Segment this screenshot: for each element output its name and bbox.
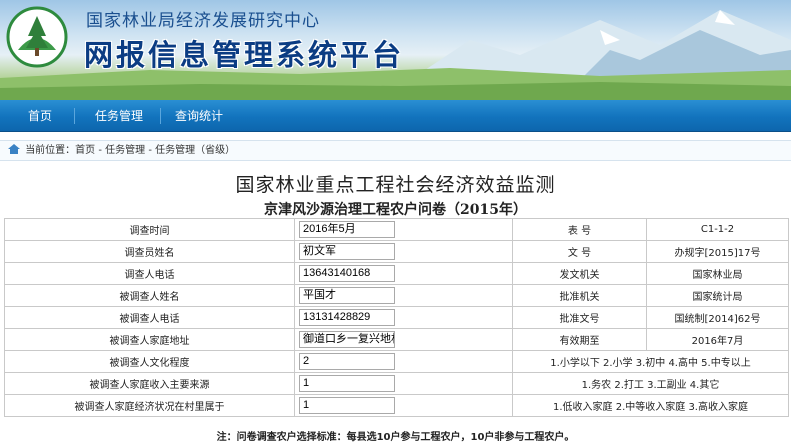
form-subtitle: 京津风沙源治理工程农户问卷（2015年）: [264, 202, 527, 218]
footnote: 注：问卷调查农户选择标准：每县选10户参与工程农户，10户非参与工程农户。: [216, 432, 575, 443]
surveyor-phone-input[interactable]: 13643140168: [299, 265, 395, 282]
breadcrumb-text: 当前位置：首页 - 任务管理 - 任务管理（省级）: [25, 145, 236, 156]
table-row: 被调查人姓名 平国才 批准机关 国家统计局: [4, 284, 789, 307]
nav-home[interactable]: 首页: [22, 100, 58, 132]
economic-status-input[interactable]: 1: [299, 397, 395, 414]
field-label: 被调查人家庭经济状况在村里属于: [4, 394, 295, 417]
field-value: C1-1-2: [646, 218, 789, 241]
income-source-input[interactable]: 1: [299, 375, 395, 392]
respondent-phone-input[interactable]: 13131428829: [299, 309, 395, 326]
survey-date-input[interactable]: 2016年5月: [299, 221, 395, 238]
field-label: 被调查人文化程度: [4, 350, 295, 373]
field-value: 国家林业局: [646, 262, 789, 285]
header-banner: 国家林业局经济发展研究中心 网报信息管理系统平台: [0, 0, 791, 100]
nav-task-management[interactable]: 任务管理: [92, 100, 146, 132]
form-title: 国家林业重点工程社会经济效益监测: [235, 174, 556, 196]
nav-query-statistics[interactable]: 查询统计: [172, 100, 226, 132]
table-row: 调查时间 2016年5月 表 号 C1-1-2: [4, 218, 789, 241]
field-label: 调查人电话: [4, 262, 295, 285]
field-label: 被调查人家庭地址: [4, 328, 295, 351]
questionnaire-table: 调查时间 2016年5月 表 号 C1-1-2 调查员姓名 初文军 文 号 办规…: [4, 218, 789, 417]
forestry-logo-icon: [6, 6, 68, 68]
field-label: 表 号: [512, 218, 647, 241]
option-note: 1.小学以下 2.小学 3.初中 4.高中 5.中专以上: [512, 350, 789, 373]
field-label: 发文机关: [512, 262, 647, 285]
field-label: 文 号: [512, 240, 647, 263]
option-note: 1.低收入家庭 2.中等收入家庭 3.高收入家庭: [512, 394, 789, 417]
table-row: 被调查人家庭地址 御道口乡一复兴地村 有效期至 2016年7月: [4, 328, 789, 351]
option-note: 1.务农 2.打工 3.工副业 4.其它: [512, 372, 789, 395]
field-value: 国统制[2014]62号: [646, 306, 789, 329]
table-row: 被调查人电话 13131428829 批准文号 国统制[2014]62号: [4, 306, 789, 329]
field-value: 国家统计局: [646, 284, 789, 307]
field-label: 有效期至: [512, 328, 647, 351]
table-row: 被调查人文化程度 2 1.小学以下 2.小学 3.初中 4.高中 5.中专以上: [4, 350, 789, 373]
respondent-name-input[interactable]: 平国才: [299, 287, 395, 304]
field-label: 被调查人姓名: [4, 284, 295, 307]
system-name: 网报信息管理系统平台: [84, 38, 405, 72]
field-label: 批准机关: [512, 284, 647, 307]
field-value: 2016年7月: [646, 328, 789, 351]
table-row: 调查人电话 13643140168 发文机关 国家林业局: [4, 262, 789, 285]
home-icon: [8, 144, 20, 154]
field-value: 办规字[2015]17号: [646, 240, 789, 263]
field-label: 调查员姓名: [4, 240, 295, 263]
table-row: 调查员姓名 初文军 文 号 办规字[2015]17号: [4, 240, 789, 263]
field-label: 批准文号: [512, 306, 647, 329]
education-level-input[interactable]: 2: [299, 353, 395, 370]
table-row: 被调查人家庭收入主要来源 1 1.务农 2.打工 3.工副业 4.其它: [4, 372, 789, 395]
field-label: 被调查人电话: [4, 306, 295, 329]
field-label: 调查时间: [4, 218, 295, 241]
nav-divider: [160, 108, 161, 124]
breadcrumb: 当前位置：首页 - 任务管理 - 任务管理（省级）: [0, 140, 791, 161]
surveyor-name-input[interactable]: 初文军: [299, 243, 395, 260]
respondent-address-input[interactable]: 御道口乡一复兴地村: [299, 331, 395, 348]
nav-divider: [74, 108, 75, 124]
main-nav: 首页 任务管理 查询统计: [0, 100, 791, 132]
table-row: 被调查人家庭经济状况在村里属于 1 1.低收入家庭 2.中等收入家庭 3.高收入…: [4, 394, 789, 417]
field-label: 被调查人家庭收入主要来源: [4, 372, 295, 395]
org-name: 国家林业局经济发展研究中心: [86, 11, 320, 31]
